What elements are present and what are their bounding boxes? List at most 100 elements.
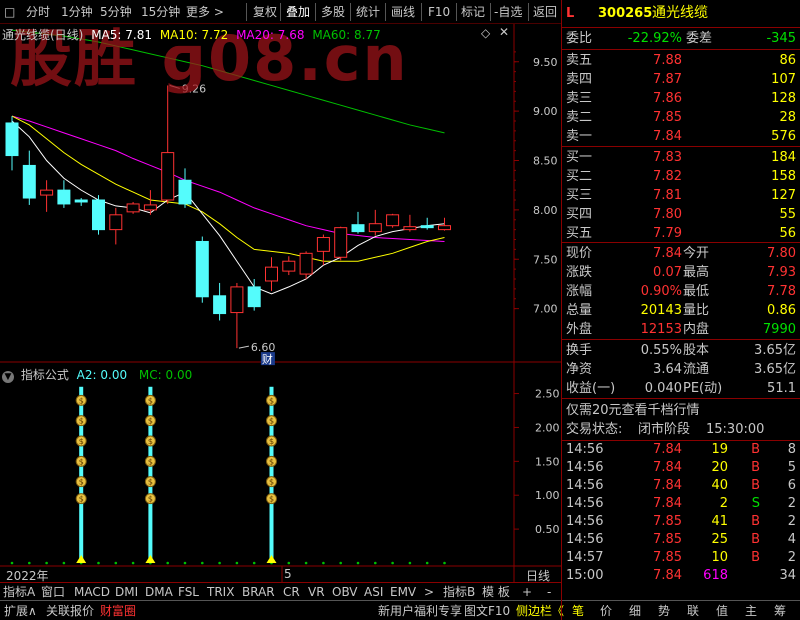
mc-dot (339, 561, 343, 565)
sell-order-row: 卖四 7.87 107 (566, 70, 800, 89)
indicator-legend: ▼ 指标公式 A2: 0.00 MC: 0.00 (2, 366, 192, 383)
stat-row: 涨幅 0.90% 最低 7.78 (566, 282, 800, 301)
candle-body[interactable] (74, 199, 88, 203)
tick-time: 14:56 (566, 478, 604, 493)
tab-indicator-a[interactable]: 指标A (3, 583, 35, 601)
stat-label: 换手 (566, 343, 593, 358)
candle-body[interactable] (299, 252, 313, 275)
candle-body[interactable] (247, 286, 261, 308)
tick-side: B (751, 460, 760, 475)
coin-glyph: $ (269, 478, 274, 487)
candle-body[interactable] (126, 203, 140, 213)
candle-body[interactable] (334, 227, 348, 258)
buy-order-row: 买一 7.83 184 (566, 148, 800, 167)
tab-trix[interactable]: TRIX (207, 583, 234, 601)
candle-body[interactable] (195, 240, 209, 298)
indicator-name[interactable]: 指标公式 (21, 368, 69, 382)
promo-text[interactable]: 仅需20元查看千档行情 (566, 401, 700, 420)
candle-body[interactable] (213, 295, 227, 315)
order-volume: 28 (779, 110, 796, 125)
candle-body[interactable] (368, 223, 382, 233)
stat-label: 量比 (683, 303, 710, 318)
order-level-label: 买一 (566, 150, 593, 165)
tab-fsl[interactable]: FSL (178, 583, 199, 601)
candle-body[interactable] (57, 189, 71, 205)
candle-body[interactable] (109, 214, 123, 231)
order-level-label: 买四 (566, 207, 593, 222)
candle-body[interactable] (5, 122, 19, 157)
mc-dot (374, 561, 377, 565)
coin-glyph: $ (148, 437, 153, 446)
candle-body[interactable] (143, 204, 157, 211)
tab-vr[interactable]: VR (308, 583, 325, 601)
stat-label: 股本 (683, 343, 710, 358)
candle-body[interactable] (92, 199, 105, 231)
related-quotes-tab[interactable]: 关联报价 (46, 601, 94, 620)
tab-obv[interactable]: OBV (332, 583, 358, 601)
sidebar-toggle[interactable]: 侧边栏《 (516, 601, 564, 620)
tick-volume: 618 (703, 568, 728, 583)
divider (562, 49, 800, 50)
chevron-down-icon[interactable]: ▼ (2, 371, 14, 383)
tick-row: 14:56 7.85 41 B 2 (566, 513, 800, 531)
tab-brar[interactable]: BRAR (242, 583, 275, 601)
candle-body[interactable] (403, 226, 417, 231)
tab-template[interactable]: 模 板 (482, 583, 510, 601)
promo-row[interactable]: 仅需20元查看千档行情 (566, 401, 800, 420)
tab-add-icon[interactable]: + (522, 583, 532, 601)
stat-row: 外盘 12153 内盘 7990 (566, 320, 800, 339)
tab-cr[interactable]: CR (283, 583, 300, 601)
expand-button[interactable]: 扩展∧ (4, 601, 37, 620)
candle-body[interactable] (265, 266, 278, 282)
divider (562, 27, 800, 28)
candle-body[interactable] (351, 224, 365, 233)
mc-dot (10, 561, 14, 565)
tab-dma[interactable]: DMA (145, 583, 173, 601)
coin-glyph: $ (148, 457, 153, 466)
tick-volume: 19 (711, 442, 728, 457)
tick-price: 7.84 (653, 568, 682, 583)
candle-body[interactable] (161, 152, 175, 201)
candle-body[interactable] (230, 286, 244, 314)
tab-macd[interactable]: MACD (74, 583, 110, 601)
candle-body[interactable] (22, 164, 36, 199)
tab-dmi[interactable]: DMI (115, 583, 138, 601)
f10-graphic-tab[interactable]: 图文F10 (464, 601, 510, 620)
stat-value: 51.1 (767, 381, 796, 396)
candle-body[interactable] (316, 237, 330, 252)
order-price: 7.81 (653, 188, 682, 203)
candle-body[interactable] (386, 214, 400, 227)
tick-row: 14:56 7.84 2 S 2 (566, 495, 800, 513)
candle-body[interactable] (282, 260, 296, 272)
candle-body[interactable] (438, 225, 451, 231)
candle-body[interactable] (178, 179, 192, 205)
coin-glyph: $ (148, 495, 153, 504)
wealth-circle-tab[interactable]: 财富圈 (100, 601, 136, 620)
tick-volume: 2 (719, 496, 728, 511)
chart-settings-icon[interactable]: ◇ (481, 26, 490, 40)
stat-label: 流通 (683, 362, 710, 377)
ind-y-tick-label: 1.50 (535, 455, 560, 468)
tick-volume: 20 (711, 460, 728, 475)
tick-volume: 41 (711, 514, 728, 529)
tab-asi[interactable]: ASI (364, 583, 383, 601)
chart-close-icon[interactable]: ✕ (499, 25, 509, 39)
y-tick-label: 9.50 (533, 56, 558, 69)
stat-label: 现价 (566, 246, 593, 261)
tab-remove-icon[interactable]: - (547, 583, 551, 601)
tick-side: B (751, 550, 760, 565)
kline-chart[interactable]: 9.509.008.508.007.507.00 9.266.60财 2.502… (0, 0, 561, 600)
tick-side: S (751, 496, 760, 511)
order-price: 7.84 (653, 129, 682, 144)
candle-body[interactable] (420, 225, 434, 229)
order-volume: 158 (771, 169, 796, 184)
tick-price: 7.84 (653, 442, 682, 457)
tab-emv[interactable]: EMV (390, 583, 416, 601)
stat-value: 7.80 (767, 246, 796, 261)
candle-body[interactable] (40, 189, 54, 196)
tick-volume: 40 (711, 478, 728, 493)
tab-window[interactable]: 窗口 (41, 583, 65, 601)
tab-scroll-right-icon[interactable]: > (424, 583, 434, 601)
new-user-promo-link[interactable]: 新用户福利专享 (378, 601, 462, 620)
tab-indicator-b[interactable]: 指标B (443, 583, 475, 601)
